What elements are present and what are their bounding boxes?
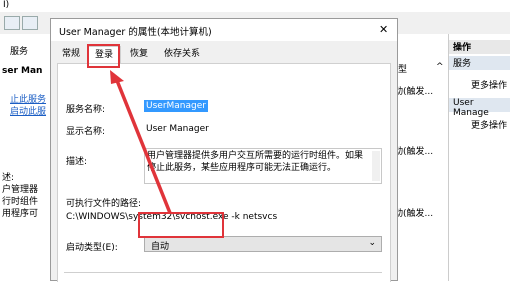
- annotation-arrow-icon: [110, 70, 172, 214]
